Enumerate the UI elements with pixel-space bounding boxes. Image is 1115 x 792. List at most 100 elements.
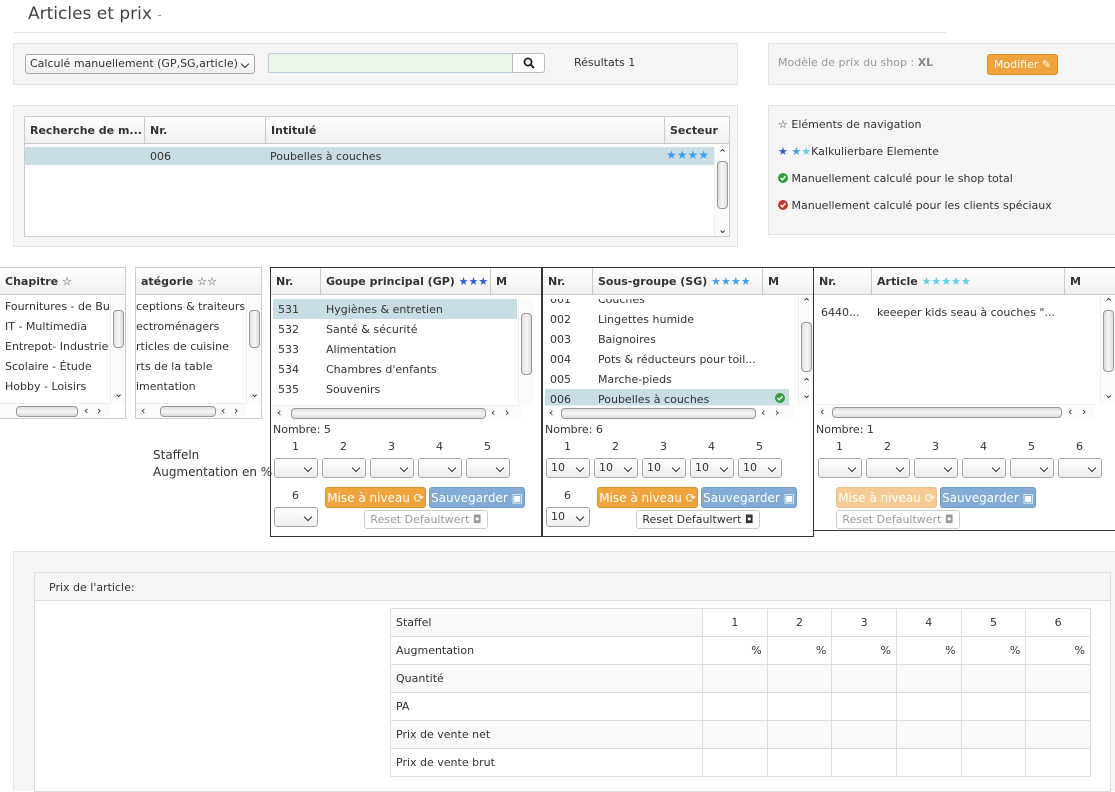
staffel-select[interactable]: [818, 458, 862, 478]
table-row[interactable]: 001 Couches: [545, 289, 789, 309]
price-cell[interactable]: [702, 720, 768, 749]
level-up-button[interactable]: Mise à niveau ⟳: [597, 487, 698, 508]
list-item[interactable]: Scolaire - Étude: [0, 356, 110, 376]
price-cell[interactable]: [702, 692, 768, 721]
vertical-scrollbar[interactable]: ⌄: [246, 296, 261, 403]
scroll-thumb[interactable]: [801, 322, 812, 372]
staffel-select[interactable]: 10: [690, 458, 734, 478]
list-item[interactable]: imentation: [136, 376, 246, 396]
price-cell[interactable]: [895, 692, 962, 721]
price-cell[interactable]: [766, 692, 833, 721]
art-col-m[interactable]: M: [1065, 268, 1115, 295]
gp-col-name[interactable]: Goupe principal (GP) ★★★: [321, 268, 491, 295]
staffel-select[interactable]: 10: [738, 458, 782, 478]
price-cell[interactable]: [1025, 664, 1091, 693]
scroll-down-icon[interactable]: ⌄: [250, 388, 259, 399]
reset-default-button[interactable]: Reset Defaultwert ◘: [364, 510, 488, 529]
scroll-thumb[interactable]: [113, 310, 124, 348]
scroll-thumb[interactable]: [832, 407, 1062, 418]
scroll-down-icon[interactable]: ⌄: [1104, 389, 1113, 400]
table-row[interactable]: 005 Marche-pieds: [545, 369, 789, 389]
staffel-select[interactable]: 10: [642, 458, 686, 478]
scroll-down-icon[interactable]: ⌄: [802, 389, 811, 400]
scroll-thumb[interactable]: [249, 310, 260, 348]
staffel-select[interactable]: [274, 458, 318, 478]
scroll-left-icon[interactable]: ‹: [761, 407, 765, 418]
table-row[interactable]: 533 Alimentation: [273, 339, 517, 359]
staffel-select[interactable]: [370, 458, 414, 478]
price-cell[interactable]: %: [960, 636, 1027, 665]
table-row[interactable]: 534 Chambres d'enfants: [273, 359, 517, 379]
level-up-button[interactable]: Mise à niveau ⟳: [325, 487, 426, 508]
scroll-down-icon[interactable]: ⌄: [114, 388, 123, 399]
price-cell[interactable]: [831, 748, 897, 777]
price-cell[interactable]: [960, 720, 1027, 749]
save-button[interactable]: Sauvegarder ▣: [429, 487, 525, 508]
price-cell[interactable]: [1025, 720, 1091, 749]
scroll-left-icon[interactable]: ‹: [491, 407, 495, 418]
price-cell[interactable]: [960, 692, 1027, 721]
list-item[interactable]: Entrepot- Industrie: [0, 336, 110, 356]
scroll-left-icon[interactable]: ‹: [1068, 406, 1072, 417]
art-col-nr[interactable]: Nr.: [814, 268, 872, 295]
scroll-left-icon[interactable]: ‹: [277, 407, 281, 418]
horizontal-scrollbar[interactable]: ‹ ‹ ›: [273, 405, 521, 420]
table-row[interactable]: 531 Hygiènes & entretien: [273, 299, 517, 319]
vertical-scrollbar[interactable]: ⌃ ⌄: [1100, 296, 1115, 404]
calc-mode-select[interactable]: Calculé manuellement (GP,SG,article): [25, 54, 255, 74]
col-header-search[interactable]: Recherche de m...: [25, 117, 145, 144]
price-cell[interactable]: [831, 720, 897, 749]
scroll-thumb[interactable]: [160, 406, 216, 417]
table-row[interactable]: 002 Lingettes humide: [545, 309, 789, 329]
horizontal-scrollbar[interactable]: ‹ ‹ ›: [816, 404, 1095, 419]
table-row[interactable]: 535 Souvenirs: [273, 379, 517, 399]
price-cell[interactable]: [702, 748, 768, 777]
save-button[interactable]: Sauvegarder ▣: [940, 487, 1036, 508]
price-cell[interactable]: [766, 664, 833, 693]
price-cell[interactable]: [766, 748, 833, 777]
reset-default-button[interactable]: Reset Defaultwert ◘: [636, 510, 760, 529]
scroll-thumb[interactable]: [16, 406, 78, 417]
staffel-select[interactable]: [914, 458, 958, 478]
price-cell[interactable]: [1025, 748, 1091, 777]
price-cell[interactable]: %: [766, 636, 833, 665]
scroll-left-icon[interactable]: ‹: [84, 405, 88, 416]
horizontal-scrollbar[interactable]: ‹ ‹ ›: [545, 405, 793, 420]
staffel-select[interactable]: 10: [546, 507, 590, 527]
horizontal-scrollbar[interactable]: ‹ ›: [0, 403, 110, 418]
staffel-select[interactable]: [418, 458, 462, 478]
reset-default-button[interactable]: Reset Defaultwert ◘: [836, 510, 960, 529]
scroll-right-icon[interactable]: ›: [505, 407, 509, 418]
table-row[interactable]: 004 Pots & réducteurs pour toil...: [545, 349, 789, 369]
table-row[interactable]: 003 Baignoires: [545, 329, 789, 349]
list-item[interactable]: rticles de cuisine: [136, 336, 246, 356]
list-item[interactable]: IT - Multimedia: [0, 316, 110, 336]
gp-col-m[interactable]: M: [491, 268, 541, 295]
staffel-select[interactable]: [322, 458, 366, 478]
table-row[interactable]: 006 Poubelles à couches ★★★★: [25, 147, 714, 165]
scroll-left-icon[interactable]: ‹: [820, 406, 824, 417]
scroll-up-icon[interactable]: ⌃: [802, 297, 811, 308]
level-up-button[interactable]: Mise à niveau ⟳: [836, 487, 937, 508]
save-button[interactable]: Sauvegarder ▣: [701, 487, 797, 508]
list-item[interactable]: Hobby - Loisirs: [0, 376, 110, 396]
price-cell[interactable]: %: [1025, 636, 1091, 665]
scroll-left-icon[interactable]: ‹: [549, 407, 553, 418]
col-header-sector[interactable]: Secteur: [665, 117, 729, 144]
scroll-up-icon[interactable]: ⌃: [718, 148, 727, 159]
staffel-select[interactable]: [466, 458, 510, 478]
price-cell[interactable]: [702, 664, 768, 693]
scroll-down-icon[interactable]: ⌄: [718, 224, 727, 235]
price-cell[interactable]: [895, 664, 962, 693]
price-cell[interactable]: [831, 664, 897, 693]
vertical-scrollbar[interactable]: ⌄: [110, 296, 125, 403]
scroll-thumb[interactable]: [1103, 310, 1114, 372]
price-cell[interactable]: [766, 720, 833, 749]
price-cell[interactable]: %: [831, 636, 897, 665]
staffel-select[interactable]: [274, 507, 318, 527]
staffel-select[interactable]: [962, 458, 1006, 478]
scroll-left-icon[interactable]: ‹: [141, 405, 145, 416]
modify-button[interactable]: Modifier ✎: [987, 54, 1058, 75]
horizontal-scrollbar[interactable]: ‹ ‹ ›: [136, 403, 246, 418]
price-cell[interactable]: [960, 664, 1027, 693]
